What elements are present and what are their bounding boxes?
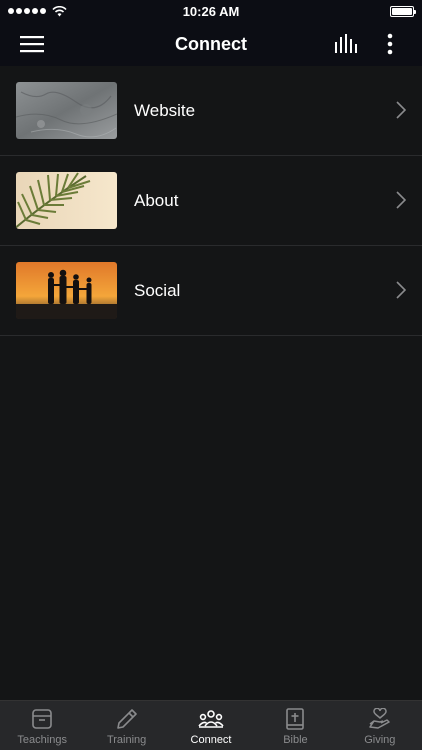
vertical-dots-icon — [387, 33, 393, 55]
list-item-social[interactable]: Social — [0, 246, 422, 336]
tab-label: Giving — [364, 734, 396, 746]
nav-bar: Connect — [0, 22, 422, 66]
pencil-icon — [116, 709, 137, 729]
audio-bars-button[interactable] — [326, 22, 366, 66]
status-left — [8, 5, 67, 17]
tab-giving[interactable]: Giving — [338, 701, 422, 750]
archive-box-icon — [32, 709, 53, 729]
list-item-label: Website — [134, 100, 196, 120]
tab-teachings[interactable]: Teachings — [0, 701, 84, 750]
status-bar: 10:26 AM — [0, 0, 422, 22]
people-group-icon — [198, 710, 224, 728]
battery-icon — [390, 5, 416, 17]
tab-bar: Teachings Training Connect Bible Giving — [0, 700, 422, 750]
audio-bars-icon — [335, 34, 357, 53]
list-item-website[interactable]: Website — [0, 66, 422, 156]
wifi-icon — [52, 5, 67, 16]
more-options-button[interactable] — [372, 22, 408, 66]
connect-list: Website About Social — [0, 66, 422, 336]
social-thumbnail — [16, 262, 117, 319]
signal-strength-icon — [8, 8, 46, 14]
tab-label: Connect — [190, 734, 232, 746]
website-thumbnail — [16, 82, 117, 139]
chevron-right-icon — [396, 191, 406, 209]
tab-label: Bible — [283, 734, 308, 746]
bible-icon — [286, 708, 305, 730]
tab-connect[interactable]: Connect — [169, 701, 253, 750]
chevron-right-icon — [396, 101, 406, 119]
list-item-about[interactable]: About — [0, 156, 422, 246]
tab-label: Training — [106, 734, 147, 746]
about-thumbnail — [16, 172, 117, 229]
tab-bible[interactable]: Bible — [253, 701, 337, 750]
chevron-right-icon — [396, 281, 406, 299]
tab-training[interactable]: Training — [84, 701, 168, 750]
hamburger-icon — [20, 36, 44, 53]
hand-heart-icon — [369, 708, 390, 729]
list-item-label: Social — [134, 280, 181, 300]
menu-button[interactable] — [12, 22, 52, 66]
list-item-label: About — [134, 190, 179, 210]
tab-label: Teachings — [17, 734, 67, 746]
